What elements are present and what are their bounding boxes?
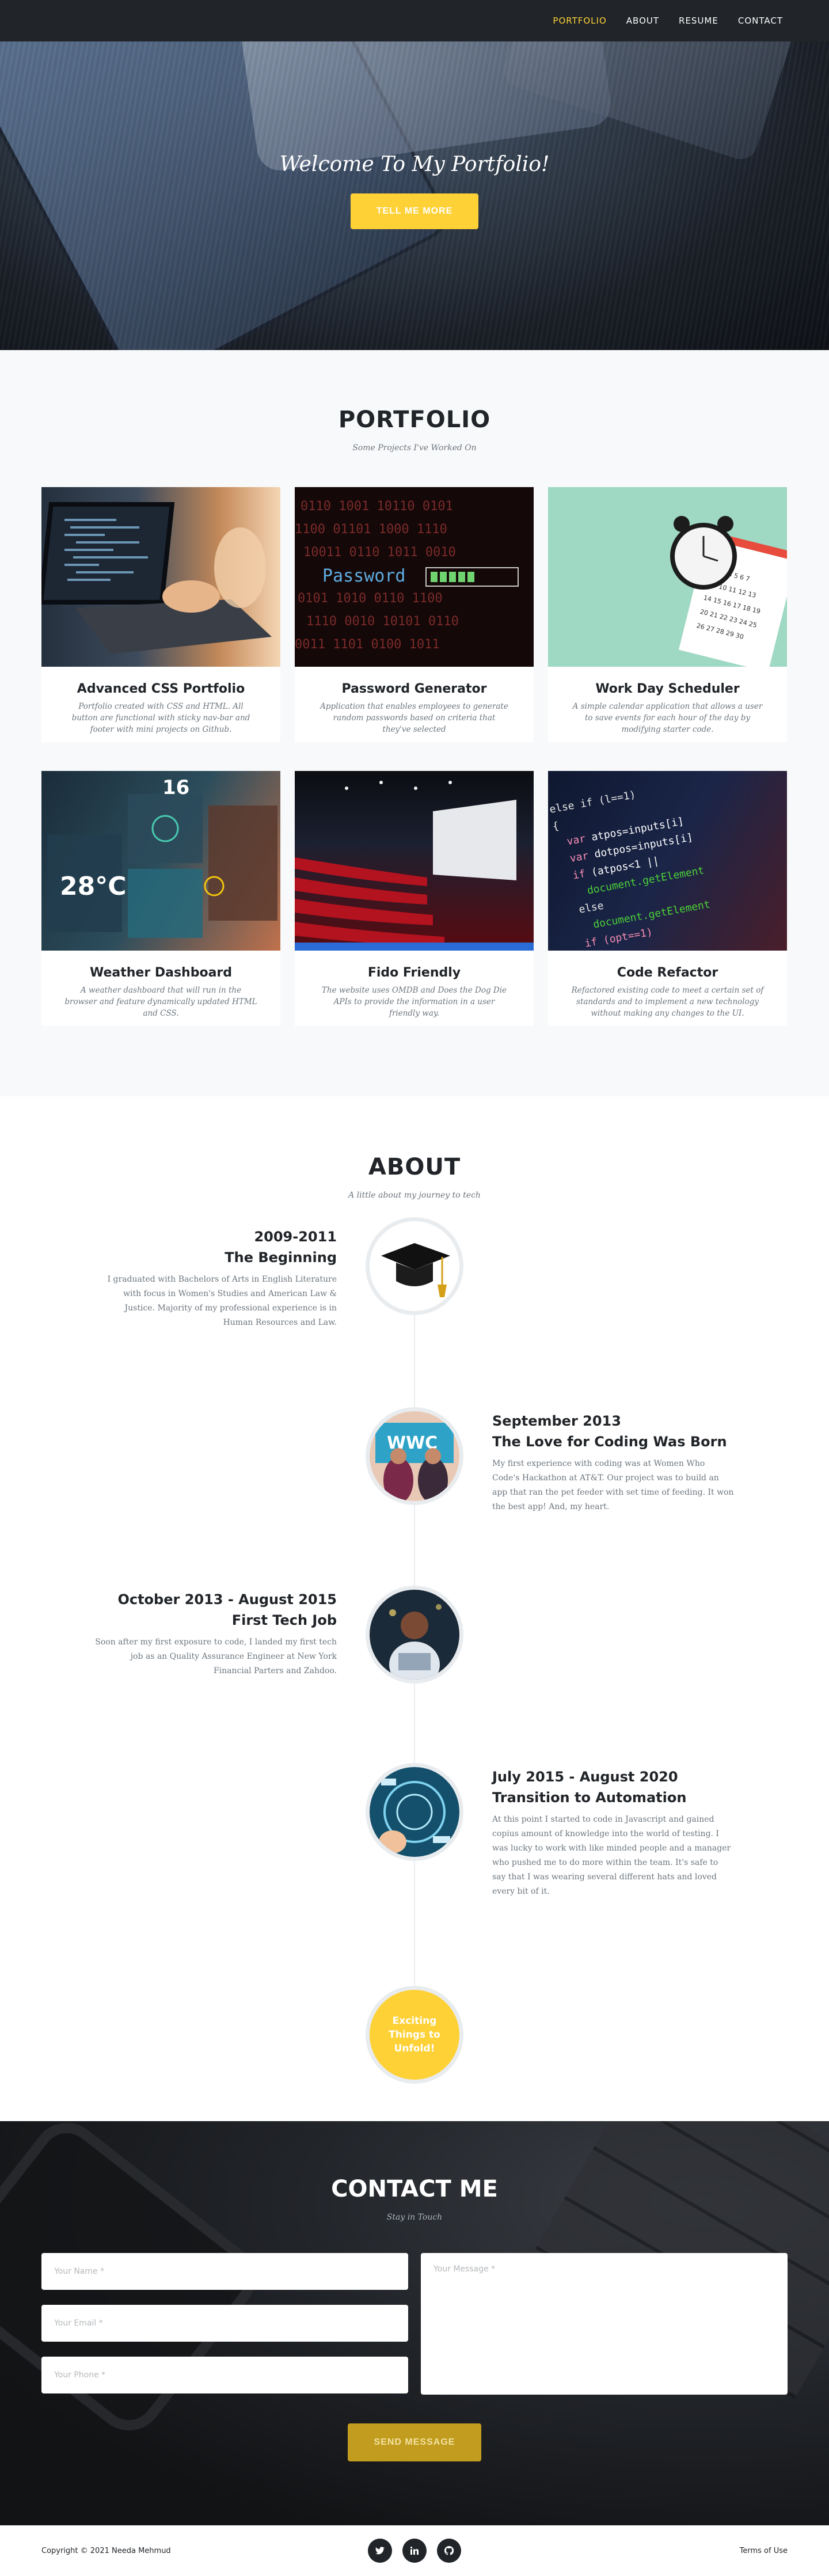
nav-link-resume[interactable]: RESUME xyxy=(679,16,718,26)
navbar: PORTFOLIO ABOUT RESUME CONTACT xyxy=(0,0,829,41)
svg-text:16: 16 xyxy=(162,776,189,799)
portfolio-grid: Advanced CSS Portfolio Portfolio created… xyxy=(41,487,788,1026)
timeline-image-tech-job xyxy=(366,1586,463,1684)
timeline-title: The Beginning xyxy=(225,1249,337,1266)
portfolio-card[interactable]: else if (l==1) { var atpos=inputs[i] var… xyxy=(548,771,787,1026)
svg-text:else if (l==1): else if (l==1) xyxy=(549,789,637,816)
password-image-text: Password xyxy=(322,566,406,586)
portfolio-image-code[interactable]: else if (l==1) { var atpos=inputs[i] var… xyxy=(548,771,787,951)
message-field[interactable] xyxy=(421,2253,788,2395)
weather-image-text: 28°C xyxy=(60,872,127,901)
svg-text:10011 0110 1011 0010: 10011 0110 1011 0010 xyxy=(303,545,456,560)
svg-text:0101 1010 0110 1100: 0101 1010 0110 1100 xyxy=(298,591,443,606)
tell-me-more-button[interactable]: TELL ME MORE xyxy=(351,193,478,229)
timeline-final-bubble: Exciting Things to Unfold! xyxy=(366,1986,463,2084)
social-links xyxy=(368,2539,461,2563)
about-subtitle: A little about my journey to tech xyxy=(348,1191,481,1200)
portfolio-card-title: Code Refactor xyxy=(617,966,718,980)
portfolio-image-weather[interactable]: 28°C 16 xyxy=(41,771,280,951)
timeline-date: September 2013 xyxy=(492,1413,621,1429)
email-field[interactable] xyxy=(41,2305,408,2342)
footer: Copyright © 2021 Needa Mehmud Terms of U… xyxy=(0,2525,829,2576)
timeline-date: July 2015 - August 2020 xyxy=(492,1769,678,1785)
svg-text:document.getElement: document.getElement xyxy=(592,898,711,930)
portfolio-card[interactable]: Fido Friendly The website uses OMDB and … xyxy=(295,771,534,1026)
contact-section: CONTACT ME Stay in Touch SEND MESSAGE xyxy=(0,2121,829,2525)
nav-link-contact[interactable]: CONTACT xyxy=(738,16,783,26)
portfolio-card[interactable]: 0110 1001 10110 0101 1100 01101 1000 111… xyxy=(295,487,534,742)
portfolio-card[interactable]: Advanced CSS Portfolio Portfolio created… xyxy=(41,487,280,742)
portfolio-card-desc: Application that enables employees to ge… xyxy=(320,702,508,734)
terms-of-use-link[interactable]: Terms of Use xyxy=(580,2547,788,2555)
timeline-final-text: Exciting Things to Unfold! xyxy=(389,2015,440,2054)
portfolio-image-laptop[interactable] xyxy=(41,487,280,667)
nav-link-about[interactable]: ABOUT xyxy=(626,16,659,26)
hero-content: Welcome To My Portfolio! TELL ME MORE xyxy=(0,153,829,229)
contact-title: CONTACT ME xyxy=(331,2176,498,2202)
theater-illustration xyxy=(295,781,534,951)
timeline-text: At this point I started to code in Javas… xyxy=(492,1815,731,1896)
contact-form xyxy=(41,2253,788,2408)
timeline-text: I graduated with Bachelors of Arts in En… xyxy=(107,1275,337,1327)
portfolio-subtitle: Some Projects I've Worked On xyxy=(352,443,477,453)
portfolio-card-title: Fido Friendly xyxy=(367,966,461,980)
svg-text:0110 1001 10110 0101: 0110 1001 10110 0101 xyxy=(301,499,453,514)
portfolio-card[interactable]: 1 2 3 4 5 6 78 9 10 11 12 13 14 15 16 17… xyxy=(548,487,787,742)
copyright-text: Copyright © 2021 Needa Mehmud xyxy=(41,2546,171,2555)
portfolio-card-title: Advanced CSS Portfolio xyxy=(77,682,245,696)
timeline-date: 2009-2011 xyxy=(254,1229,337,1245)
portfolio-card-title: Weather Dashboard xyxy=(89,966,233,980)
send-message-button[interactable]: SEND MESSAGE xyxy=(348,2423,481,2461)
portfolio-image-clock[interactable]: 1 2 3 4 5 6 78 9 10 11 12 13 14 15 16 17… xyxy=(548,487,787,667)
portfolio-card-desc: The website uses OMDB and Does the Dog D… xyxy=(321,986,507,1018)
portfolio-image-theater[interactable] xyxy=(295,771,534,951)
portfolio-card-title: Work Day Scheduler xyxy=(595,682,740,696)
about-section: ABOUT A little about my journey to tech … xyxy=(0,1096,829,2121)
portfolio-card[interactable]: 28°C 16 Weather Dashboard A weather dash… xyxy=(41,771,280,1026)
password-illustration: 0110 1001 10110 0101 1100 01101 1000 111… xyxy=(295,499,519,652)
portfolio-title: PORTFOLIO xyxy=(338,406,491,433)
timeline-text: Soon after my first exposure to code, I … xyxy=(95,1637,337,1675)
clock-calendar-illustration: 1 2 3 4 5 6 78 9 10 11 12 13 14 15 16 17… xyxy=(670,516,787,667)
timeline-text: My first experience with coding was at W… xyxy=(492,1459,734,1511)
svg-text:else: else xyxy=(578,899,604,915)
svg-text:0011 1101 0100 1011: 0011 1101 0100 1011 xyxy=(295,637,440,652)
twitter-icon[interactable] xyxy=(368,2539,392,2563)
timeline-image-graduation xyxy=(366,1217,463,1315)
contact-content: CONTACT ME Stay in Touch SEND MESSAGE xyxy=(41,2176,788,2461)
contact-subtitle: Stay in Touch xyxy=(386,2213,443,2222)
timeline-date: October 2013 - August 2015 xyxy=(117,1591,337,1608)
laptop-illustration xyxy=(41,502,272,654)
portfolio-card-desc: Refactored existing code to meet a certa… xyxy=(571,986,764,1018)
timeline-title: First Tech Job xyxy=(231,1612,337,1628)
about-title: ABOUT xyxy=(368,1154,461,1180)
linkedin-icon[interactable] xyxy=(402,2539,427,2563)
phone-field[interactable] xyxy=(41,2357,408,2393)
timeline-title: Transition to Automation xyxy=(492,1789,687,1806)
hero-section: Welcome To My Portfolio! TELL ME MORE xyxy=(0,0,829,350)
automation-photo xyxy=(370,1767,459,1857)
code-illustration: else if (l==1) { var atpos=inputs[i] var… xyxy=(549,789,711,950)
svg-text:{: { xyxy=(552,820,560,833)
timeline-image-automation xyxy=(366,1763,463,1861)
portfolio-card-desc: A weather dashboard that will run in the… xyxy=(64,986,257,1018)
svg-text:1110 0010 10101 0110: 1110 0010 10101 0110 xyxy=(306,614,459,629)
portfolio-card-desc: A simple calendar application that allow… xyxy=(572,702,763,734)
portfolio-section: PORTFOLIO Some Projects I've Worked On A… xyxy=(0,350,829,1096)
portfolio-card-desc: Portfolio created with CSS and HTML. All… xyxy=(71,702,250,734)
graduation-cap-icon xyxy=(381,1243,450,1297)
svg-text:1100 01101 1000 1110: 1100 01101 1000 1110 xyxy=(295,522,447,537)
nav-link-portfolio[interactable]: PORTFOLIO xyxy=(553,16,606,26)
portfolio-image-password[interactable]: 0110 1001 10110 0101 1100 01101 1000 111… xyxy=(295,487,534,667)
hackathon-photo: WWC xyxy=(370,1411,459,1501)
tech-job-photo xyxy=(370,1590,459,1680)
github-icon[interactable] xyxy=(437,2539,461,2563)
name-field[interactable] xyxy=(41,2253,408,2290)
hero-heading: Welcome To My Portfolio! xyxy=(279,153,550,176)
portfolio-card-title: Password Generator xyxy=(341,682,487,696)
contact-form-fields xyxy=(41,2253,408,2408)
timeline-image-hackathon: WWC xyxy=(366,1407,463,1505)
timeline-title: The Love for Coding Was Born xyxy=(492,1434,727,1450)
weather-illustration: 28°C 16 xyxy=(47,776,277,938)
